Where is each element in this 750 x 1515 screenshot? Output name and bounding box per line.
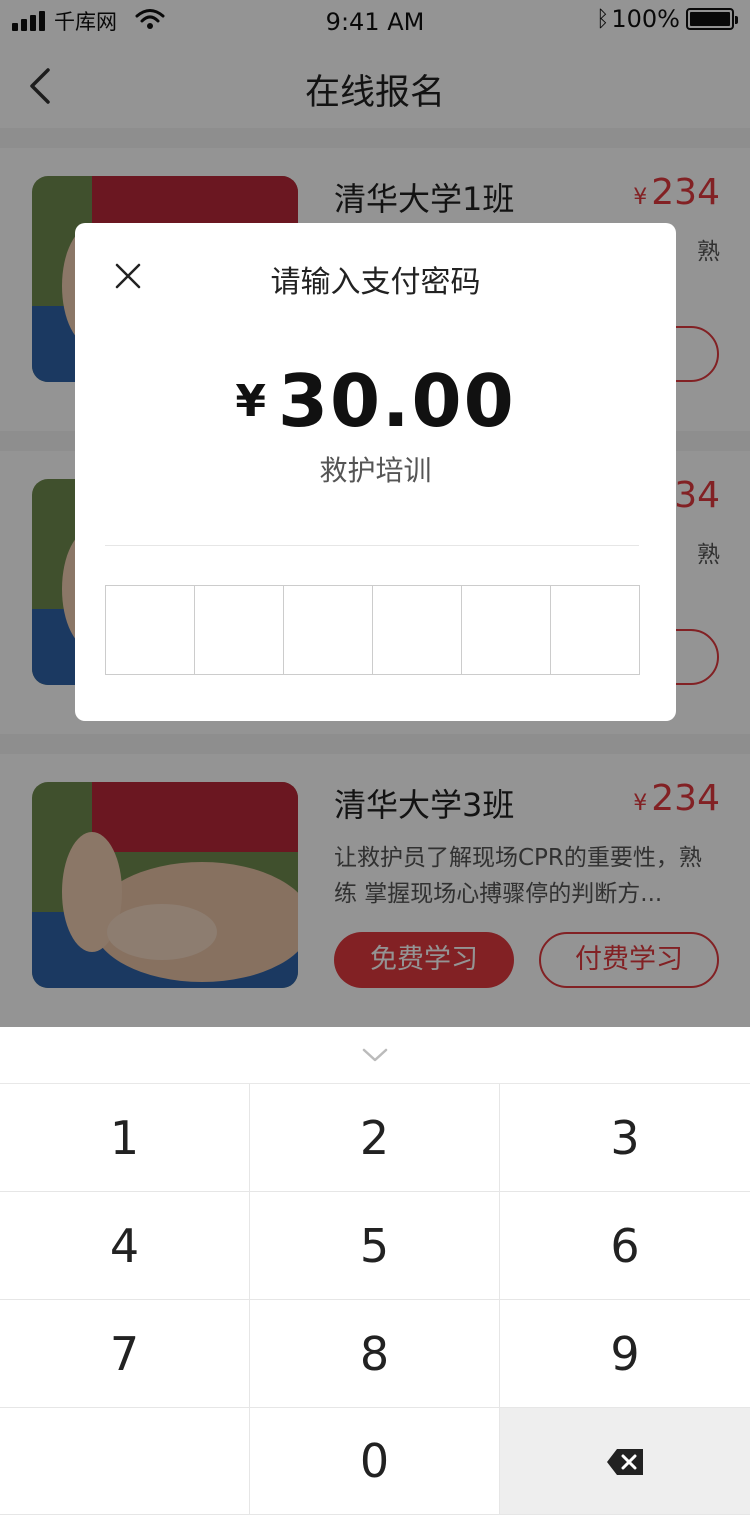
key-2[interactable]: 2 (250, 1084, 500, 1192)
chevron-down-icon[interactable] (0, 1027, 750, 1084)
key-8[interactable]: 8 (250, 1300, 500, 1408)
key-7[interactable]: 7 (0, 1300, 250, 1408)
key-0[interactable]: 0 (250, 1408, 500, 1515)
password-digit-box[interactable] (195, 586, 284, 674)
password-digit-box[interactable] (106, 586, 195, 674)
payment-amount: ¥30.00 (75, 359, 676, 443)
password-digit-box[interactable] (284, 586, 373, 674)
key-blank (0, 1408, 250, 1515)
currency-symbol: ¥ (235, 376, 266, 427)
payment-description: 救护培训 (319, 454, 432, 487)
dialog-title: 请输入支付密码 (270, 265, 481, 300)
password-digit-box[interactable] (462, 586, 551, 674)
key-5[interactable]: 5 (250, 1192, 500, 1300)
key-1[interactable]: 1 (0, 1084, 250, 1192)
key-4[interactable]: 4 (0, 1192, 250, 1300)
delete-key[interactable] (500, 1408, 750, 1515)
key-9[interactable]: 9 (500, 1300, 750, 1408)
payment-password-dialog: 请输入支付密码 ¥30.00 救护培训 (75, 223, 676, 721)
numeric-keypad: 1 2 3 4 5 6 7 8 9 0 (0, 1027, 750, 1515)
amount-value: 30.00 (277, 359, 516, 443)
password-input[interactable] (105, 585, 640, 675)
divider (105, 545, 639, 546)
key-3[interactable]: 3 (500, 1084, 750, 1192)
key-6[interactable]: 6 (500, 1192, 750, 1300)
password-digit-box[interactable] (373, 586, 462, 674)
backspace-icon (605, 1434, 645, 1488)
password-digit-box[interactable] (551, 586, 639, 674)
